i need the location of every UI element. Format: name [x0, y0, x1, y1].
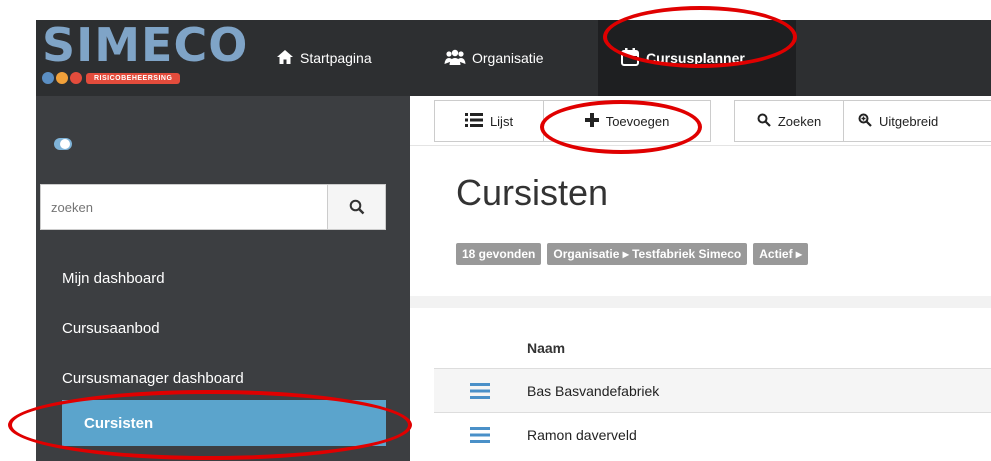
home-icon	[276, 49, 294, 68]
logo-dot-blue	[42, 72, 54, 84]
sidebar-search	[40, 184, 386, 230]
simeco-logo[interactable]: SIMECO RISICOBEHEERSING	[42, 18, 249, 92]
list-icon	[464, 112, 483, 130]
search-icon	[757, 113, 771, 130]
calendar-icon	[620, 47, 640, 70]
sidebar-item-cursisten-label: Cursisten	[84, 414, 154, 432]
page-title: Cursisten	[456, 172, 609, 213]
logo-wordmark: SIMECO	[42, 18, 249, 72]
content-divider	[410, 296, 991, 308]
nav-organisatie-label: Organisatie	[472, 50, 544, 66]
sidebar-item-mijn-dashboard[interactable]: Mijn dashboard	[62, 270, 165, 287]
menu-icon[interactable]	[470, 383, 490, 404]
cursist-name[interactable]: Bas Basvandefabriek	[527, 383, 659, 399]
sidebar-item-cursisten[interactable]: Cursisten	[62, 400, 386, 446]
zoom-icon	[858, 113, 872, 130]
users-icon	[444, 49, 466, 68]
nav-cursusplanner[interactable]: Cursusplanner	[598, 20, 796, 96]
nav-startpagina[interactable]: Startpagina	[276, 20, 372, 96]
lijst-label: Lijst	[489, 113, 514, 129]
zoeken-button[interactable]: Zoeken	[734, 100, 844, 142]
nav-organisatie[interactable]: Organisatie	[444, 20, 544, 96]
sidebar-item-cursusmanager-dashboard[interactable]: Cursusmanager dashboard	[62, 370, 244, 387]
lijst-button[interactable]: Lijst	[434, 100, 544, 142]
search-input[interactable]	[41, 185, 327, 229]
search-button[interactable]	[327, 185, 385, 229]
filter-badges: 18 gevonden Organisatie ▸ Testfabriek Si…	[456, 243, 808, 265]
plus-icon	[584, 112, 599, 130]
toevoegen-label: Toevoegen	[605, 113, 670, 129]
uitgebreid-label: Uitgebreid	[879, 113, 939, 129]
table-row[interactable]: Bas Basvandefabriek	[434, 368, 991, 412]
results-count-badge: 18 gevonden	[456, 243, 542, 265]
column-header-naam[interactable]: Naam	[527, 340, 565, 356]
organisation-filter-badge[interactable]: Organisatie ▸ Testfabriek Simeco	[547, 243, 748, 265]
logo-tagline: RISICOBEHEERSING	[86, 72, 181, 84]
nav-cursusplanner-label: Cursusplanner	[646, 50, 745, 66]
status-filter-badge[interactable]: Actief ▸	[753, 243, 808, 265]
search-icon	[349, 199, 364, 215]
menu-icon[interactable]	[470, 427, 490, 448]
logo-dot-red	[70, 72, 82, 84]
zoeken-label: Zoeken	[777, 113, 822, 129]
table-row[interactable]: Ramon daverveld	[434, 412, 991, 456]
cursist-name[interactable]: Ramon daverveld	[527, 427, 637, 443]
sidebar-toggle[interactable]	[54, 138, 72, 150]
uitgebreid-zoeken-button[interactable]: Uitgebreid	[843, 100, 991, 142]
nav-startpagina-label: Startpagina	[300, 50, 372, 66]
logo-dot-orange	[56, 72, 68, 84]
sidebar-item-cursusaanbod[interactable]: Cursusaanbod	[62, 320, 160, 337]
logo-tagline-row: RISICOBEHEERSING	[42, 72, 181, 84]
toevoegen-button[interactable]: Toevoegen	[543, 100, 711, 142]
